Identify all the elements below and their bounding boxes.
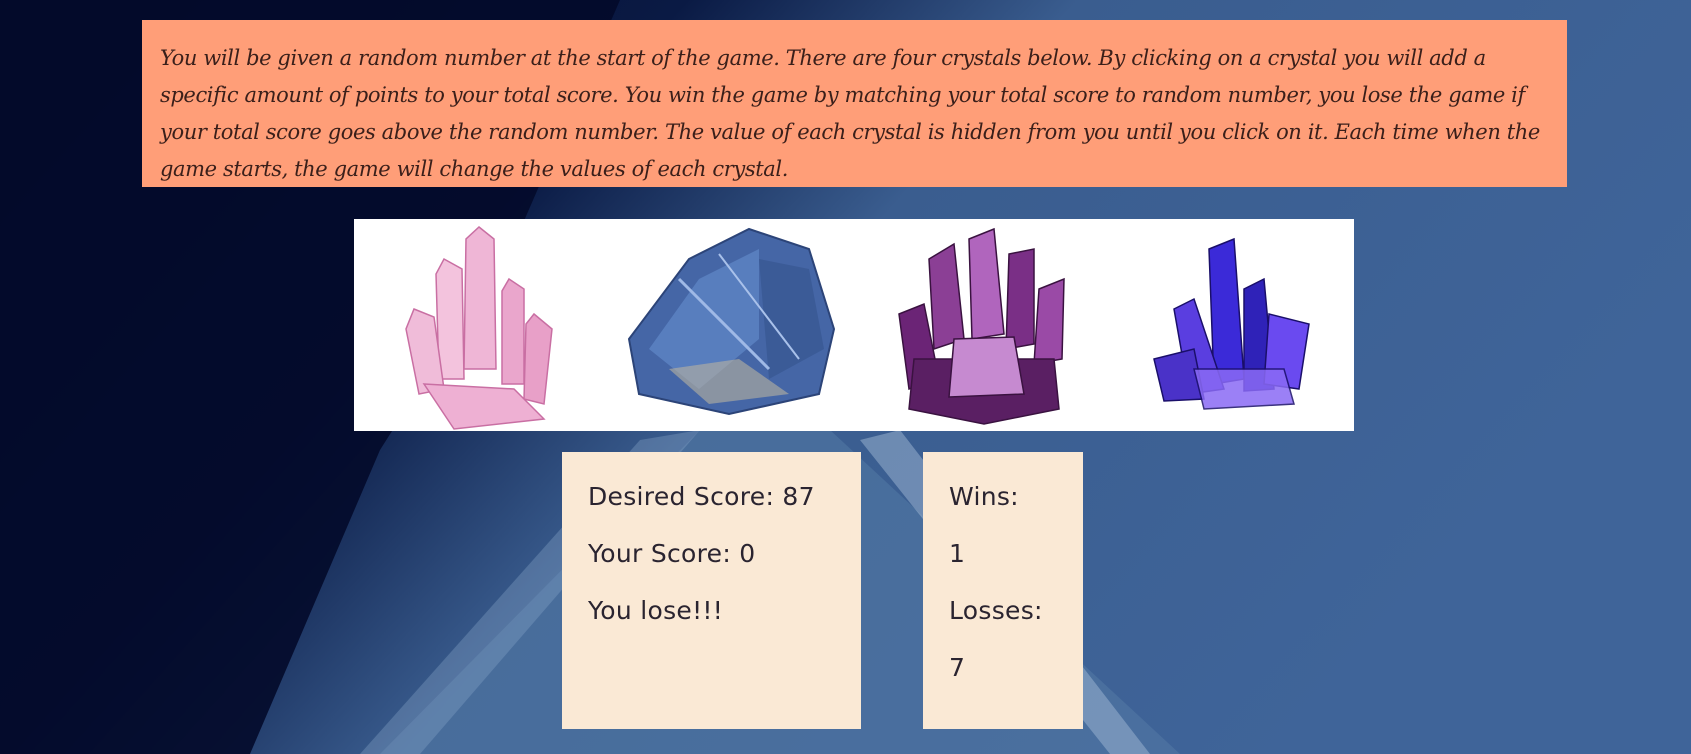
purple-amethyst-crystal-icon (898, 227, 1065, 425)
losses-count: 7 (949, 653, 966, 682)
instructions-text: You will be given a random number at the… (160, 46, 1540, 181)
score-panel: Desired Score: 87 Your Score: 0 You lose… (562, 452, 861, 729)
desired-score: Desired Score: 87 (588, 482, 815, 511)
crystal-button-pink[interactable] (384, 219, 574, 431)
crystal-row (354, 219, 1354, 431)
wins-label: Wins: (949, 482, 1019, 511)
tally-panel: Wins: 1 Losses: 7 (923, 452, 1083, 729)
violet-blue-crystal-icon (1153, 237, 1310, 410)
blue-kyanite-crystal-icon (627, 227, 836, 416)
crystal-button-violet[interactable] (1134, 219, 1334, 431)
instructions-panel: You will be given a random number at the… (142, 20, 1567, 187)
pink-crystal-icon (405, 226, 553, 430)
crystal-button-purple[interactable] (884, 219, 1084, 431)
losses-label: Losses: (949, 596, 1043, 625)
crystal-button-blue[interactable] (609, 219, 849, 431)
wins-count: 1 (949, 539, 966, 568)
your-score: Your Score: 0 (588, 539, 756, 568)
game-status: You lose!!! (588, 596, 724, 625)
